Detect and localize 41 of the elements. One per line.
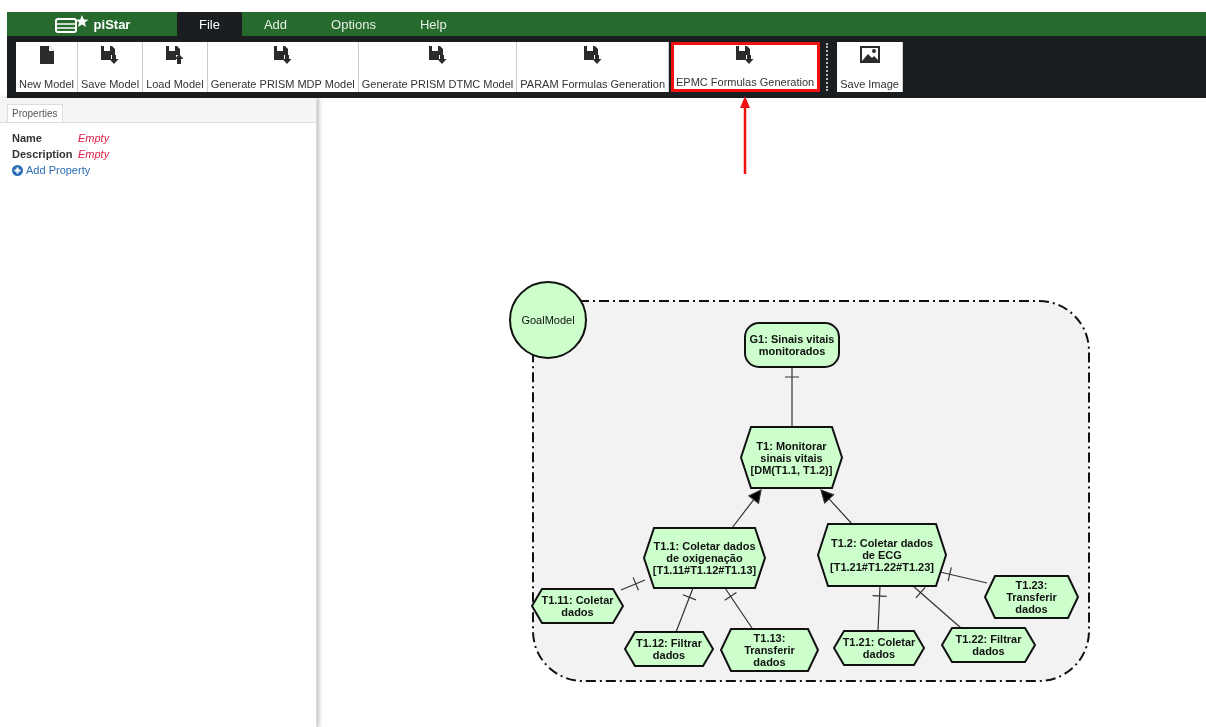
file-icon: [39, 46, 54, 64]
toolbar-button[interactable]: Save Model: [78, 42, 144, 92]
task-node[interactable]: T1.22: Filtrar dados: [940, 627, 1037, 663]
image-icon: [859, 46, 880, 63]
menu-tab[interactable]: Options: [309, 12, 398, 36]
logo-icon: [53, 14, 90, 34]
goal-node[interactable]: G1: Sinais vitais monitorados: [744, 322, 840, 368]
menu-tab[interactable]: Help: [397, 12, 469, 36]
floppy-download-icon: [101, 46, 120, 64]
add-icon: [12, 164, 23, 176]
task-node[interactable]: T1.21: Coletar dados: [832, 630, 926, 666]
toolbar-button[interactable]: Save Image: [837, 42, 903, 92]
property-name: Name: [12, 132, 43, 144]
actor-label: GoalModel: [521, 314, 575, 326]
toolbar-button[interactable]: Generate PRISM DTMC Model: [358, 42, 518, 92]
property-value[interactable]: Empty: [78, 132, 110, 144]
floppy-download-icon: [428, 46, 447, 64]
task-node[interactable]: T1.23: Transferir dados: [983, 575, 1080, 619]
task-node[interactable]: T1.12: Filtrar dados: [623, 631, 715, 667]
floppy-upload-icon: [165, 46, 184, 64]
property-name: Description: [12, 148, 74, 160]
task-node[interactable]: T1.13: Transferir dados: [719, 628, 820, 672]
toolbar-button[interactable]: Generate PRISM MDP Model: [207, 42, 359, 92]
menu-tab[interactable]: File: [177, 12, 242, 36]
properties-tab[interactable]: Properties: [7, 104, 63, 122]
toolbar-button[interactable]: Load Model: [143, 42, 208, 92]
actor-node[interactable]: [509, 281, 587, 359]
toolbar-button[interactable]: PARAM Formulas Generation: [517, 42, 669, 92]
task-node[interactable]: T1.11: Coletar dados: [530, 588, 625, 624]
task-node[interactable]: T1.1: Coletar dados de oxigenação [T1.11#T1.12#T1.13]: [642, 527, 767, 589]
toolbar-button[interactable]: EPMC Formulas Generation: [671, 42, 821, 92]
property-value[interactable]: Empty: [78, 148, 110, 160]
floppy-download-icon: [583, 46, 602, 64]
floppy-download-icon: [273, 46, 292, 64]
floppy-download-icon: [736, 46, 755, 64]
toolbar-button[interactable]: New Model: [16, 42, 79, 92]
app-name: piStar: [93, 16, 131, 32]
menu-tab[interactable]: Add: [241, 12, 310, 36]
task-node[interactable]: T1.2: Coletar dados de ECG [T1.21#T1.22#T1.23]: [816, 523, 948, 587]
task-node[interactable]: T1: Monitorar sinais vitais [DM(T1.1, T1.2)]: [739, 426, 844, 489]
add-property-link[interactable]: Add Property: [12, 164, 304, 176]
